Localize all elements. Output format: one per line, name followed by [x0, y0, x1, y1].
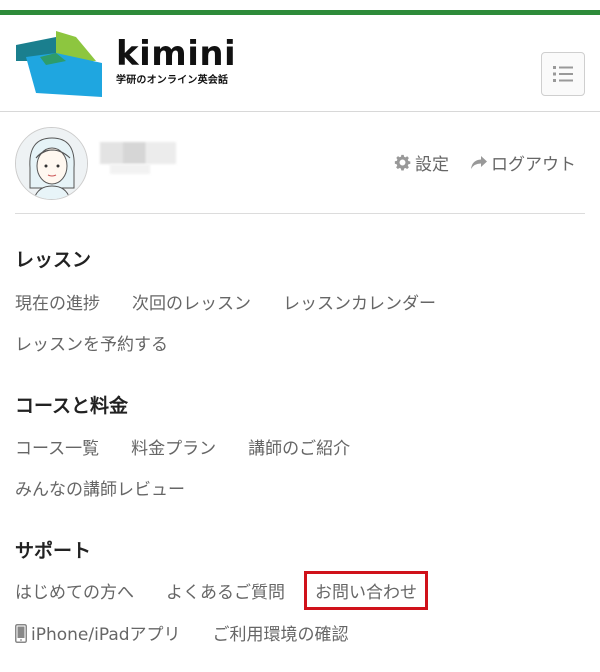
- avatar[interactable]: [15, 127, 88, 200]
- lesson-links-row1: 現在の進捗 次回のレッスン レッスンカレンダー: [15, 289, 468, 314]
- user-name-blurred: [100, 142, 176, 164]
- link-course-list[interactable]: コース一覧: [15, 434, 99, 459]
- user-sub-blurred: [110, 164, 150, 174]
- gear-icon: [394, 154, 411, 171]
- profile-divider: [15, 213, 585, 214]
- brand[interactable]: kimini 学研のオンライン英会話: [116, 35, 236, 86]
- menu-button[interactable]: [541, 52, 585, 96]
- site-header: kimini 学研のオンライン英会話: [0, 15, 600, 112]
- link-teachers[interactable]: 講師のご紹介: [248, 434, 350, 459]
- settings-link[interactable]: 設定: [394, 150, 449, 175]
- smartphone-icon: [15, 624, 27, 643]
- link-book-lesson[interactable]: レッスンを予約する: [15, 330, 168, 355]
- link-contact[interactable]: お問い合わせ: [304, 571, 428, 610]
- brand-tagline: 学研のオンライン英会話: [116, 75, 229, 86]
- section-title-course: コースと料金: [15, 395, 129, 417]
- avatar-illustration: [16, 128, 87, 199]
- support-links-row1: はじめての方へ よくあるご質問 お問い合わせ: [15, 571, 453, 610]
- link-beginners[interactable]: はじめての方へ: [15, 578, 134, 603]
- support-links-row2: iPhone/iPadアプリ ご利用環境の確認: [15, 620, 381, 645]
- section-title-support: サポート: [15, 540, 92, 562]
- logout-link[interactable]: ログアウト: [470, 150, 576, 175]
- link-teacher-reviews[interactable]: みんなの講師レビュー: [15, 475, 185, 500]
- link-faq[interactable]: よくあるご質問: [166, 578, 285, 603]
- top-bar: [0, 0, 600, 16]
- course-links-row1: コース一覧 料金プラン 講師のご紹介: [15, 434, 382, 459]
- list-icon: [553, 66, 573, 82]
- link-current-progress[interactable]: 現在の進捗: [15, 289, 100, 314]
- kimini-logo[interactable]: [16, 31, 102, 97]
- logout-label: ログアウト: [491, 155, 576, 175]
- link-pricing[interactable]: 料金プラン: [131, 434, 216, 459]
- brand-name: kimini: [116, 34, 237, 74]
- link-environment-check[interactable]: ご利用環境の確認: [213, 620, 349, 645]
- lesson-links-row2: レッスンを予約する: [15, 330, 200, 355]
- user-profile: 設定 ログアウト: [0, 112, 600, 214]
- link-next-lesson[interactable]: 次回のレッスン: [132, 289, 251, 314]
- link-ios-app[interactable]: iPhone/iPadアプリ: [15, 620, 181, 645]
- course-links-row2: みんなの講師レビュー: [15, 475, 217, 500]
- link-lesson-calendar[interactable]: レッスンカレンダー: [283, 289, 436, 314]
- section-title-lesson: レッスン: [15, 249, 92, 271]
- share-arrow-icon: [471, 155, 487, 169]
- ios-app-label: iPhone/iPadアプリ: [31, 625, 181, 645]
- settings-label: 設定: [415, 155, 449, 175]
